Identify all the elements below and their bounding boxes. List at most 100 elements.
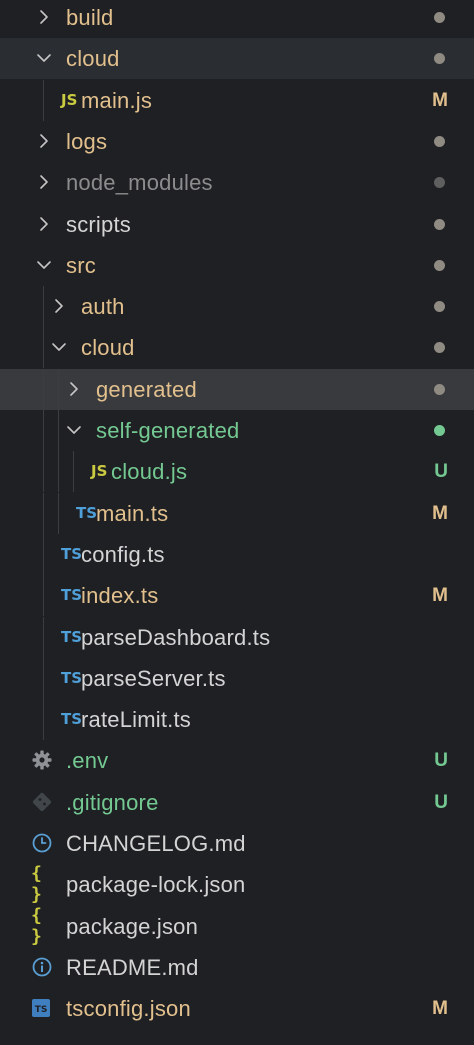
item-label: config.ts bbox=[81, 541, 165, 567]
item-label: node_modules bbox=[66, 170, 213, 196]
item-label: cloud.js bbox=[111, 459, 188, 485]
chevron-right-icon[interactable] bbox=[36, 216, 52, 232]
item-label: package-lock.json bbox=[66, 872, 246, 898]
file-row-parsedashboard-ts[interactable]: TS parseDashboard.ts bbox=[0, 616, 474, 658]
indent-guide bbox=[58, 368, 59, 410]
chevron-down-icon[interactable] bbox=[66, 422, 82, 438]
status-dot-icon bbox=[434, 301, 445, 313]
chevron-right-icon[interactable] bbox=[36, 9, 52, 25]
git-status-badge: M bbox=[432, 89, 448, 111]
status-dot-icon bbox=[434, 383, 445, 395]
status-dot-icon bbox=[434, 135, 445, 147]
file-row-config-ts[interactable]: TS config.ts bbox=[0, 533, 474, 575]
chevron-right-icon[interactable] bbox=[51, 298, 67, 314]
chevron-down-icon[interactable] bbox=[36, 257, 52, 273]
indent-guide bbox=[43, 657, 44, 699]
folder-row-node-modules[interactable]: node_modules bbox=[0, 162, 474, 203]
typescript-config-icon: TS bbox=[31, 997, 57, 1019]
item-label: package.json bbox=[66, 913, 199, 939]
indent-guide bbox=[43, 616, 44, 658]
indent-guide bbox=[43, 327, 44, 369]
item-label: logs bbox=[66, 128, 108, 154]
git-status-badge: M bbox=[432, 585, 448, 607]
folder-row-scripts[interactable]: scripts bbox=[0, 204, 474, 245]
status-dot-icon bbox=[434, 177, 445, 189]
indent-guide bbox=[43, 575, 44, 617]
file-row-package-json[interactable]: { } package.json bbox=[0, 904, 474, 947]
folder-row-self-generated[interactable]: self-generated bbox=[0, 410, 474, 451]
file-row-main-js[interactable]: JS main.js M bbox=[0, 79, 474, 121]
item-label: tsconfig.json bbox=[66, 996, 191, 1022]
file-row-package-lock-json[interactable]: { } package-lock.json bbox=[0, 863, 474, 906]
chevron-down-icon[interactable] bbox=[51, 339, 67, 355]
item-label: build bbox=[66, 5, 114, 30]
item-label: cloud bbox=[66, 46, 120, 72]
item-label: main.ts bbox=[96, 500, 169, 526]
git-status-badge: U bbox=[434, 461, 448, 483]
file-row-gitignore[interactable]: .gitignore U bbox=[0, 782, 474, 823]
json-braces-icon: { } bbox=[31, 863, 42, 906]
folder-row-cloud[interactable]: cloud bbox=[0, 38, 474, 80]
git-diamond-icon bbox=[31, 791, 57, 813]
clock-icon bbox=[31, 832, 57, 854]
item-label: parseDashboard.ts bbox=[81, 624, 271, 650]
file-row-env[interactable]: .env U bbox=[0, 740, 474, 781]
indent-guide bbox=[58, 492, 59, 534]
git-status-badge: U bbox=[434, 750, 448, 772]
file-row-readme-md[interactable]: README.md bbox=[0, 947, 474, 988]
folder-row-generated[interactable]: generated bbox=[0, 368, 474, 410]
item-label: parseServer.ts bbox=[81, 665, 226, 691]
gear-icon bbox=[31, 749, 57, 771]
svg-text:TS: TS bbox=[35, 1005, 48, 1015]
git-status-badge: U bbox=[434, 791, 448, 813]
indent-guide bbox=[43, 699, 44, 741]
folder-row-auth[interactable]: auth bbox=[0, 286, 474, 328]
item-label: main.js bbox=[81, 87, 153, 113]
status-dot-icon bbox=[434, 218, 445, 230]
item-label: rateLimit.ts bbox=[81, 707, 191, 733]
file-row-changelog-md[interactable]: CHANGELOG.md bbox=[0, 823, 474, 864]
file-row-ratelimit-ts[interactable]: TS rateLimit.ts bbox=[0, 699, 474, 741]
folder-row-cloud[interactable]: cloud bbox=[0, 327, 474, 369]
folder-row-build[interactable]: build bbox=[0, 0, 474, 38]
file-row-main-ts[interactable]: TS main.ts M bbox=[0, 492, 474, 534]
git-status-badge: M bbox=[432, 998, 448, 1020]
item-label: generated bbox=[96, 376, 197, 402]
git-status-badge: M bbox=[432, 502, 448, 524]
item-label: src bbox=[66, 252, 96, 278]
status-dot-icon bbox=[434, 259, 445, 271]
file-row-cloud-js[interactable]: JS cloud.js U bbox=[0, 451, 474, 493]
indent-guide bbox=[58, 410, 59, 451]
indent-guide bbox=[43, 451, 44, 493]
item-label: .gitignore bbox=[66, 789, 159, 815]
indent-guide bbox=[58, 451, 59, 493]
item-label: .env bbox=[66, 748, 109, 774]
item-label: self-generated bbox=[96, 418, 240, 443]
indent-guide bbox=[43, 492, 44, 534]
indent-guide bbox=[43, 533, 44, 575]
item-label: CHANGELOG.md bbox=[66, 831, 246, 856]
chevron-right-icon[interactable] bbox=[36, 133, 52, 149]
info-icon bbox=[31, 956, 57, 978]
item-label: README.md bbox=[66, 954, 199, 980]
file-row-index-ts[interactable]: TS index.ts M bbox=[0, 575, 474, 617]
item-label: auth bbox=[81, 294, 125, 320]
file-explorer-tree: build cloud JS main.js Mlogs node_modules scri… bbox=[0, 0, 474, 1045]
chevron-right-icon[interactable] bbox=[66, 381, 82, 397]
status-dot-icon bbox=[434, 342, 445, 354]
indent-guide bbox=[43, 79, 44, 121]
file-row-parseserver-ts[interactable]: TS parseServer.ts bbox=[0, 657, 474, 699]
indent-guide bbox=[43, 286, 44, 328]
indent-guide bbox=[43, 368, 44, 410]
item-label: cloud bbox=[81, 335, 135, 361]
folder-row-src[interactable]: src bbox=[0, 245, 474, 286]
chevron-down-icon[interactable] bbox=[36, 50, 52, 66]
file-row-tsconfig-json[interactable]: TS tsconfig.json M bbox=[0, 988, 474, 1029]
json-braces-icon: { } bbox=[31, 904, 42, 947]
item-label: scripts bbox=[66, 211, 131, 237]
indent-guide bbox=[43, 410, 44, 451]
status-dot-icon bbox=[434, 425, 445, 436]
status-dot-icon bbox=[434, 12, 445, 23]
chevron-right-icon[interactable] bbox=[36, 174, 52, 190]
folder-row-logs[interactable]: logs bbox=[0, 121, 474, 162]
